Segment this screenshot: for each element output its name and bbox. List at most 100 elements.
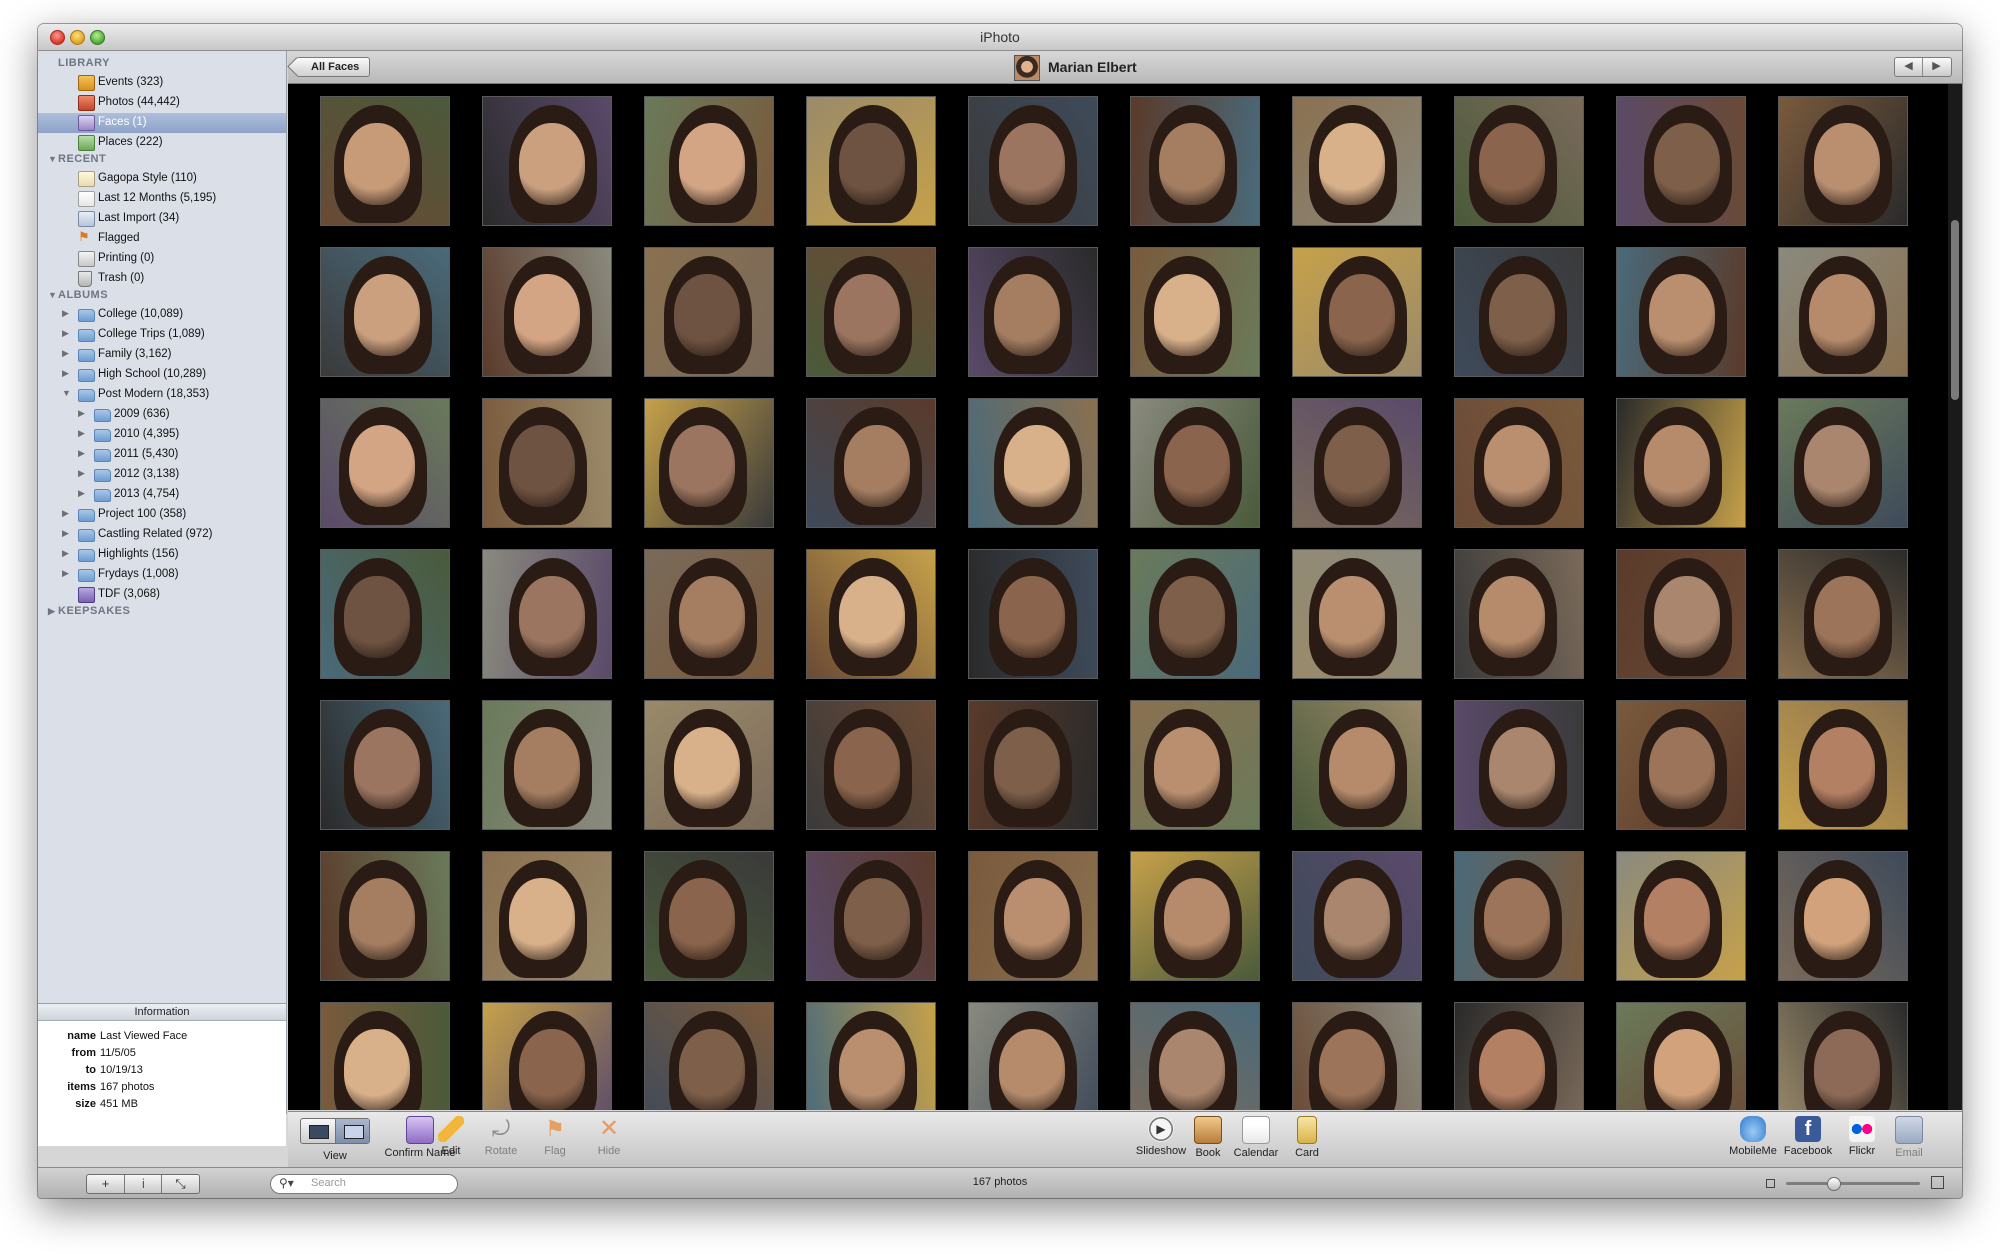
sidebar-item[interactable]: ▶ 2010 (4,395) (38, 425, 286, 445)
facebook-button[interactable]: f Facebook (1780, 1116, 1836, 1157)
sidebar-item[interactable]: TDF (3,068) (38, 585, 286, 605)
sidebar-item[interactable]: ▶ Highlights (156) (38, 545, 286, 565)
face-thumbnail[interactable] (1778, 700, 1908, 830)
sidebar-item[interactable]: ▶ 2012 (3,138) (38, 465, 286, 485)
sidebar-item[interactable]: ▶ High School (10,289) (38, 365, 286, 385)
face-thumbnail[interactable] (320, 247, 450, 377)
sidebar-item[interactable]: ▶ 2009 (636) (38, 405, 286, 425)
disclosure-icon[interactable]: ▶ (78, 488, 85, 499)
face-thumbnail[interactable] (1616, 247, 1746, 377)
view-photos-segment[interactable] (301, 1119, 336, 1143)
face-thumbnail[interactable] (1778, 398, 1908, 528)
face-thumbnail[interactable] (1130, 247, 1260, 377)
face-thumbnail[interactable] (806, 96, 936, 226)
face-thumbnail[interactable] (806, 851, 936, 981)
disclosure-icon[interactable]: ▼ (62, 388, 71, 398)
disclosure-icon[interactable]: ▶ (48, 606, 58, 617)
face-thumbnail[interactable] (1616, 96, 1746, 226)
face-thumbnail[interactable] (320, 700, 450, 830)
disclosure-icon[interactable]: ▼ (48, 290, 58, 300)
sidebar-item[interactable]: Events (323) (38, 73, 286, 93)
calendar-button[interactable]: Calendar (1228, 1116, 1284, 1159)
disclosure-icon[interactable]: ▶ (78, 408, 85, 419)
disclosure-icon[interactable]: ▶ (62, 548, 69, 559)
face-thumbnail[interactable] (968, 549, 1098, 679)
face-thumbnail[interactable] (1292, 247, 1422, 377)
face-thumbnail[interactable] (1292, 700, 1422, 830)
face-thumbnail[interactable] (320, 549, 450, 679)
sidebar-item[interactable]: ▶ Frydays (1,008) (38, 565, 286, 585)
disclosure-icon[interactable]: ▶ (62, 348, 69, 359)
face-thumbnail[interactable] (1616, 398, 1746, 528)
disclosure-icon[interactable]: ▶ (62, 508, 69, 519)
face-thumbnail[interactable] (1292, 1002, 1422, 1110)
sidebar-item[interactable]: ▶ Family (3,162) (38, 345, 286, 365)
disclosure-icon[interactable]: ▶ (62, 528, 69, 539)
face-thumbnail[interactable] (320, 1002, 450, 1110)
face-thumbnail[interactable] (1130, 398, 1260, 528)
sidebar-item[interactable]: ⚑ Flagged (38, 229, 286, 249)
face-thumbnail[interactable] (1616, 1002, 1746, 1110)
face-thumbnail[interactable] (482, 398, 612, 528)
face-thumbnail[interactable] (1454, 700, 1584, 830)
sidebar-item[interactable]: Faces (1) (38, 113, 286, 133)
email-button[interactable]: Email (1881, 1116, 1937, 1159)
face-thumbnail[interactable] (1454, 851, 1584, 981)
face-thumbnail[interactable] (644, 700, 774, 830)
face-thumbnail[interactable] (806, 247, 936, 377)
face-thumbnail[interactable] (482, 247, 612, 377)
face-thumbnail[interactable] (1778, 549, 1908, 679)
face-thumbnail[interactable] (1292, 96, 1422, 226)
face-thumbnail[interactable] (1130, 851, 1260, 981)
face-thumbnail[interactable] (968, 851, 1098, 981)
face-thumbnail[interactable] (1130, 1002, 1260, 1110)
section-keepsakes[interactable]: ▶ KEEPSAKES (48, 605, 130, 617)
sidebar-item[interactable]: Last Import (34) (38, 209, 286, 229)
disclosure-icon[interactable]: ▶ (62, 328, 69, 339)
face-thumbnail[interactable] (1616, 549, 1746, 679)
face-thumbnail[interactable] (1616, 700, 1746, 830)
face-thumbnail[interactable] (968, 398, 1098, 528)
face-thumbnail[interactable] (1778, 1002, 1908, 1110)
face-thumbnail[interactable] (806, 549, 936, 679)
face-thumbnail[interactable] (320, 398, 450, 528)
disclosure-icon[interactable]: ▶ (62, 308, 69, 319)
face-thumbnail[interactable] (482, 851, 612, 981)
view-faces-segment[interactable] (336, 1119, 369, 1143)
section-library[interactable]: LIBRARY (48, 57, 110, 69)
face-thumbnail[interactable] (320, 96, 450, 226)
face-thumbnail[interactable] (1292, 549, 1422, 679)
face-thumbnail[interactable] (1130, 700, 1260, 830)
sidebar-item[interactable]: Places (222) (38, 133, 286, 153)
sidebar-item[interactable]: ▶ Castling Related (972) (38, 525, 286, 545)
section-albums[interactable]: ▼ALBUMS (48, 289, 108, 301)
sidebar-item[interactable]: ▶ College (10,089) (38, 305, 286, 325)
grid-scrollbar[interactable] (1948, 84, 1962, 1110)
sidebar-item[interactable]: ▶ Project 100 (358) (38, 505, 286, 525)
zoom-knob[interactable] (1826, 1177, 1841, 1191)
face-thumbnail[interactable] (1130, 549, 1260, 679)
face-thumbnail[interactable] (644, 247, 774, 377)
face-thumbnail[interactable] (644, 398, 774, 528)
face-thumbnail[interactable] (968, 247, 1098, 377)
face-thumbnail[interactable] (1454, 398, 1584, 528)
sidebar-item[interactable]: Photos (44,442) (38, 93, 286, 113)
face-thumbnail[interactable] (644, 851, 774, 981)
view-button[interactable]: View (299, 1150, 371, 1162)
face-thumbnail[interactable] (482, 1002, 612, 1110)
zoom-track[interactable] (1786, 1182, 1920, 1185)
sidebar-item[interactable]: Gagopa Style (110) (38, 169, 286, 189)
sidebar-item[interactable]: ▶ College Trips (1,089) (38, 325, 286, 345)
disclosure-icon[interactable]: ▼ (48, 154, 58, 164)
sidebar-item[interactable]: Trash (0) (38, 269, 286, 289)
face-thumbnail[interactable] (1454, 1002, 1584, 1110)
face-thumbnail[interactable] (806, 398, 936, 528)
disclosure-icon[interactable]: ▶ (78, 428, 85, 439)
face-thumbnail[interactable] (1778, 247, 1908, 377)
face-thumbnail[interactable] (482, 700, 612, 830)
face-thumbnail[interactable] (1454, 247, 1584, 377)
all-faces-button[interactable]: All Faces (296, 57, 371, 77)
card-button[interactable]: Card (1279, 1116, 1335, 1159)
hide-button[interactable]: ✕ Hide (573, 1116, 645, 1158)
disclosure-icon[interactable]: ▶ (78, 468, 85, 479)
